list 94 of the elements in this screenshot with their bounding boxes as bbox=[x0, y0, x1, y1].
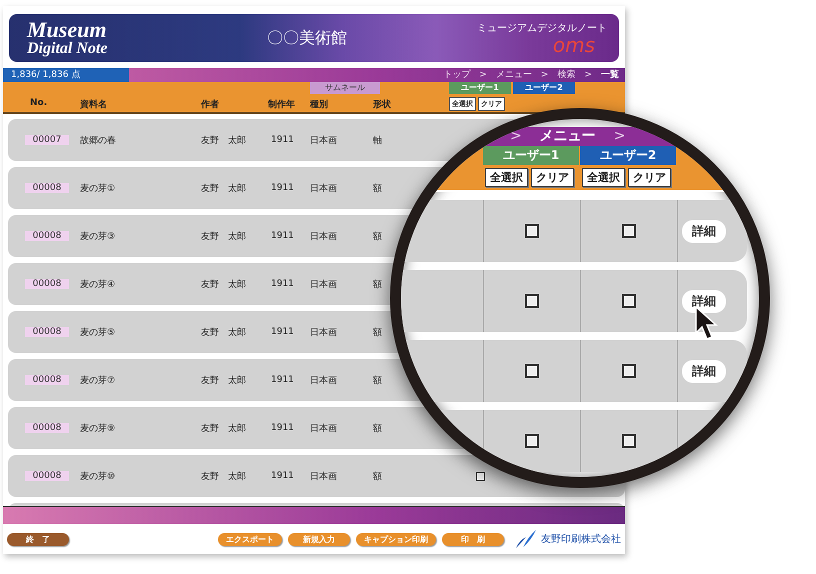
table-cell-text: 1911 bbox=[271, 183, 295, 193]
table-cell-text: 日本画 bbox=[310, 422, 338, 434]
header-button[interactable]: 全選択 bbox=[582, 168, 625, 187]
product-name: ミュージアムデジタルノート bbox=[477, 22, 607, 35]
table-cell-text: 友野 太郎 bbox=[201, 422, 247, 434]
checkbox[interactable] bbox=[525, 364, 539, 378]
table-cell-text: 1911 bbox=[271, 135, 295, 145]
table-cell-text: 1911 bbox=[271, 327, 295, 337]
breadcrumb-link[interactable]: メニュー bbox=[496, 68, 532, 82]
thumbnail-label: サムネール bbox=[310, 82, 380, 94]
logo-text: Digital Note bbox=[27, 40, 108, 56]
breadcrumb-current: 一覧 bbox=[601, 68, 619, 82]
table-cell-text: 友野 太郎 bbox=[201, 374, 247, 386]
checkbox[interactable] bbox=[622, 224, 636, 238]
table-cell-text: 軸 bbox=[373, 134, 383, 146]
checkbox[interactable] bbox=[525, 294, 539, 308]
quit-button[interactable]: 終 了 bbox=[7, 532, 69, 546]
table-cell-text: 額 bbox=[373, 470, 383, 482]
table-cell-text: 友野 太郎 bbox=[201, 182, 247, 194]
user-label: ユーザー1 bbox=[449, 82, 511, 94]
breadcrumb-separator: > bbox=[584, 69, 592, 82]
table-cell-text: 1911 bbox=[271, 231, 295, 241]
breadcrumb-link[interactable]: トップ bbox=[443, 68, 470, 82]
record-count: 1,836/ 1,836 点 bbox=[3, 68, 129, 82]
brand-logo: oms bbox=[552, 35, 595, 55]
user-label: ユーザー2 bbox=[580, 146, 676, 165]
user-label: ユーザー2 bbox=[513, 82, 575, 94]
checkbox[interactable] bbox=[622, 364, 636, 378]
table-cell-text: 日本画 bbox=[310, 134, 338, 146]
table-cell-text: 麦の芽④ bbox=[80, 278, 116, 290]
table-cell-text: 1911 bbox=[271, 375, 295, 385]
record-number: 00008 bbox=[25, 327, 69, 337]
record-number: 00008 bbox=[25, 183, 69, 193]
column-header: 種別 bbox=[310, 98, 328, 111]
record-number: 00008 bbox=[25, 471, 69, 481]
checkbox[interactable] bbox=[476, 472, 484, 480]
table-cell-text: 額 bbox=[373, 326, 383, 338]
table-cell-text: 日本画 bbox=[310, 182, 338, 194]
table-cell-text: 友野 太郎 bbox=[201, 326, 247, 338]
header-button[interactable]: クリア bbox=[628, 168, 671, 187]
breadcrumb-separator: > bbox=[510, 127, 522, 146]
table-cell-text: 額 bbox=[373, 230, 383, 242]
table-cell-text: 友野 太郎 bbox=[201, 278, 247, 290]
table-cell-text: 友野 太郎 bbox=[201, 470, 247, 482]
table-cell-text: 日本画 bbox=[310, 230, 338, 242]
record-number: 00008 bbox=[25, 375, 69, 385]
table-cell-text: 麦の芽⑤ bbox=[80, 326, 116, 338]
breadcrumb-separator: > bbox=[479, 69, 487, 82]
logo-text: Museum bbox=[27, 20, 108, 41]
table-cell-text: 額 bbox=[373, 422, 383, 434]
table-cell-text: 額 bbox=[373, 374, 383, 386]
checkbox[interactable] bbox=[525, 224, 539, 238]
table-cell-text: 麦の芽⑩ bbox=[80, 470, 116, 482]
table-cell-text: 日本画 bbox=[310, 470, 338, 482]
record-number: 00008 bbox=[25, 231, 69, 241]
detail-button[interactable]: 詳細 bbox=[682, 290, 726, 312]
table-cell-text: 麦の芽⑨ bbox=[80, 422, 116, 434]
table-cell-text: 日本画 bbox=[310, 374, 338, 386]
table-cell-text: 友野 太郎 bbox=[201, 230, 247, 242]
record-number: 00007 bbox=[25, 135, 69, 145]
table-cell-text: 麦の芽⑦ bbox=[80, 374, 116, 386]
table-cell-text: 故郷の春 bbox=[80, 134, 117, 146]
header-button[interactable]: 全選択 bbox=[485, 168, 528, 187]
user-label: ユーザー1 bbox=[483, 146, 579, 165]
checkbox[interactable] bbox=[525, 434, 539, 448]
column-header: 作者 bbox=[201, 98, 219, 111]
table-cell-text: 麦の芽① bbox=[80, 182, 116, 194]
checkbox[interactable] bbox=[622, 294, 636, 308]
column-header: No. bbox=[30, 98, 48, 108]
table-cell-text: 額 bbox=[373, 182, 383, 194]
breadcrumb-separator: > bbox=[540, 69, 548, 82]
table-cell-text: 1911 bbox=[271, 471, 295, 481]
header-button[interactable]: クリア bbox=[531, 168, 574, 187]
table-cell-text: 日本画 bbox=[310, 278, 338, 290]
column-header: 形状 bbox=[373, 98, 391, 111]
table-cell-text: 額 bbox=[373, 278, 383, 290]
column-header: 資料名 bbox=[80, 98, 107, 111]
breadcrumb-link[interactable]: 検索 bbox=[557, 68, 576, 82]
checkbox[interactable] bbox=[622, 434, 636, 448]
table-cell-text: 麦の芽③ bbox=[80, 230, 116, 242]
company-logo-icon bbox=[514, 529, 538, 549]
table-cell-text: 1911 bbox=[271, 279, 295, 289]
record-number: 00008 bbox=[25, 279, 69, 289]
column-header: 制作年 bbox=[268, 98, 295, 111]
table-cell-text: 友野 太郎 bbox=[201, 134, 247, 146]
table-cell-text: 日本画 bbox=[310, 326, 338, 338]
detail-button[interactable]: 詳細 bbox=[682, 220, 726, 242]
breadcrumb-link[interactable]: メニュー bbox=[540, 127, 596, 146]
table-cell-text: 1911 bbox=[271, 423, 295, 433]
museum-name: 〇〇美術館 bbox=[267, 28, 348, 48]
company-name: 友野印刷株式会社 bbox=[541, 532, 621, 546]
detail-button[interactable]: 詳細 bbox=[682, 360, 726, 382]
breadcrumb-separator: > bbox=[614, 127, 626, 146]
record-number: 00008 bbox=[25, 423, 69, 433]
